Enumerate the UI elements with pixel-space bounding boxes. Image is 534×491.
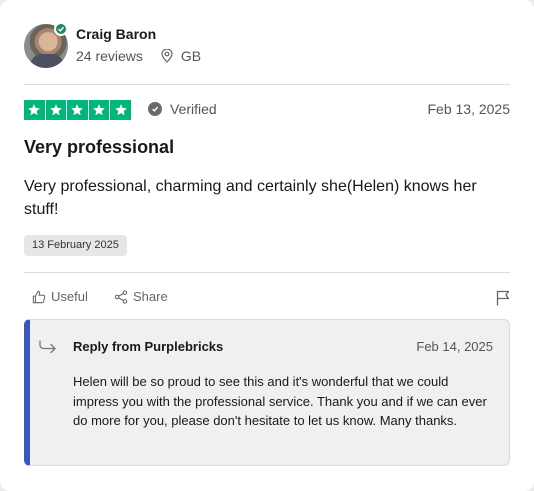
star-rating — [24, 100, 131, 120]
review-actions: Useful Share — [24, 289, 510, 309]
verified-check-icon — [54, 22, 68, 36]
review-count: 24 reviews — [76, 48, 143, 64]
reviewer-header: Craig Baron 24 reviews GB — [24, 22, 510, 68]
flag-icon[interactable] — [496, 290, 510, 306]
star-icon — [88, 100, 110, 120]
divider-top — [24, 84, 510, 85]
review-title[interactable]: Very professional — [24, 137, 174, 158]
reviewer-meta: 24 reviews GB — [76, 48, 201, 64]
rating-row: Verified Feb 13, 2025 — [24, 100, 510, 120]
check-circle-icon — [148, 102, 162, 116]
reply-arrow-icon — [39, 340, 56, 354]
share-label: Share — [133, 289, 168, 304]
company-reply: Reply from Purplebricks Feb 14, 2025 Hel… — [24, 319, 510, 466]
reviewer-name[interactable]: Craig Baron — [76, 26, 156, 42]
share-button[interactable]: Share — [114, 289, 168, 304]
divider-bottom — [24, 272, 510, 273]
thumbs-up-icon — [32, 290, 46, 303]
share-icon — [114, 289, 128, 304]
useful-button[interactable]: Useful — [32, 289, 88, 304]
review-date: Feb 13, 2025 — [427, 101, 510, 117]
star-icon — [110, 100, 131, 120]
review-card: Craig Baron 24 reviews GB Verified Feb 1… — [0, 0, 534, 491]
star-icon — [45, 100, 67, 120]
reply-body: Helen will be so proud to see this and i… — [73, 374, 487, 428]
review-body: Very professional, charming and certainl… — [24, 178, 477, 218]
reply-title: Reply from Purplebricks — [73, 339, 224, 354]
experience-date: 13 February 2025 — [24, 235, 127, 256]
avatar-shirt — [30, 54, 64, 68]
star-icon — [67, 100, 88, 120]
verified-label[interactable]: Verified — [148, 101, 217, 117]
verified-text: Verified — [170, 101, 217, 117]
reply-date: Feb 14, 2025 — [416, 339, 493, 354]
star-icon — [24, 100, 45, 120]
location-pin-icon — [161, 49, 173, 63]
reviewer-country: GB — [180, 48, 202, 64]
useful-label: Useful — [51, 289, 88, 304]
